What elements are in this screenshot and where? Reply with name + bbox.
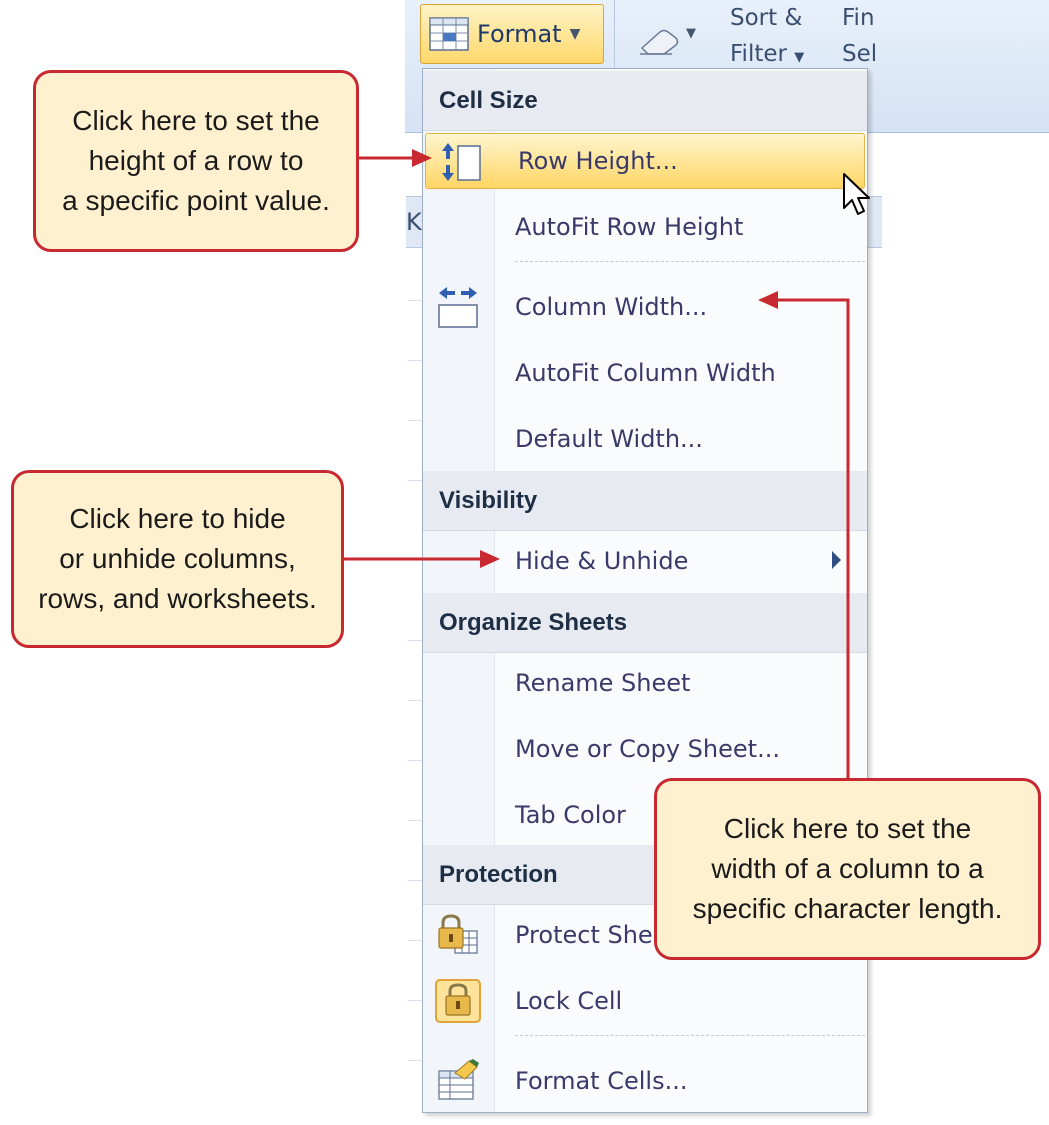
menu-item-label: Protect She [515, 921, 653, 949]
menu-item-autofit-row-height[interactable]: AutoFit Row Height [423, 199, 867, 255]
callout-line: width of a column to a [711, 853, 984, 884]
find-select-button[interactable]: Fin Sel [842, 0, 902, 72]
format-icon [429, 17, 469, 51]
menu-item-hide-unhide[interactable]: Hide & Unhide [423, 533, 867, 589]
menu-item-move-copy-sheet[interactable]: Move or Copy Sheet... [423, 721, 867, 777]
menu-item-label: Lock Cell [515, 987, 623, 1015]
column-width-icon [438, 287, 478, 328]
menu-item-label: Format Cells... [515, 1067, 688, 1095]
callout-line: Click here to set the [723, 813, 972, 844]
sort-filter-button[interactable]: Sort & Filter ▼ [730, 0, 830, 76]
protect-sheet-icon [438, 914, 478, 954]
callout-hide-unhide: Click here to hide or unhide columns, ro… [11, 470, 344, 648]
mouse-cursor-icon [843, 173, 870, 215]
menu-item-label: Row Height... [518, 147, 678, 175]
submenu-arrow-icon [832, 551, 841, 569]
section-organize-sheets: Organize Sheets [423, 593, 867, 653]
callout-line: Click here to hide [69, 503, 286, 534]
ribbon-separator [614, 0, 615, 70]
find-select-label-line2: Sel [842, 41, 878, 67]
callout-line: Click here to set the [72, 105, 320, 136]
callout-line: height of a row to [88, 145, 304, 176]
menu-item-default-width[interactable]: Default Width... [423, 411, 867, 467]
callout-line: a specific point value. [62, 185, 330, 216]
column-header-label: K [406, 208, 422, 236]
row-height-icon [442, 143, 481, 181]
chevron-down-icon: ▼ [569, 26, 581, 42]
chevron-down-icon[interactable]: ▼ [686, 26, 696, 41]
section-visibility: Visibility [423, 471, 867, 531]
menu-item-label: Hide & Unhide [515, 547, 689, 575]
format-button[interactable]: Format ▼ [420, 4, 604, 64]
menu-item-label: Tab Color [515, 801, 626, 829]
menu-item-label: Move or Copy Sheet... [515, 735, 780, 763]
menu-divider [515, 261, 865, 262]
callout-text: Click here to set the width of a column … [693, 809, 1003, 929]
callout-text: Click here to hide or unhide columns, ro… [38, 499, 317, 619]
menu-item-rename-sheet[interactable]: Rename Sheet [423, 655, 867, 711]
format-cells-icon [438, 1059, 479, 1100]
callout-row-height: Click here to set the height of a row to… [33, 70, 359, 252]
sort-filter-label: Filter [730, 41, 787, 67]
chevron-down-icon: ▼ [794, 50, 805, 65]
menu-item-label: Rename Sheet [515, 669, 691, 697]
menu-item-format-cells[interactable]: Format Cells... [423, 1053, 867, 1109]
menu-item-autofit-column-width[interactable]: AutoFit Column Width [423, 345, 867, 401]
screenshot-stage: Format ▼ ▼ Sort & Filter ▼ Fin Sel K Cel… [0, 0, 1049, 1125]
callout-line: specific character length. [692, 893, 1003, 924]
callout-text: Click here to set the height of a row to… [62, 101, 330, 221]
eraser-icon[interactable] [636, 26, 682, 56]
lock-icon [435, 979, 481, 1023]
menu-item-label: AutoFit Column Width [515, 359, 776, 387]
arrow-row-height [358, 149, 432, 167]
menu-item-column-width[interactable]: Column Width... [423, 279, 867, 335]
format-button-label: Format [477, 20, 562, 48]
sort-filter-label-line1: Sort & [730, 5, 803, 31]
callout-column-width: Click here to set the width of a column … [654, 778, 1041, 960]
find-select-label-line1: Fin [842, 5, 875, 31]
menu-divider [515, 1035, 865, 1036]
menu-item-label: Default Width... [515, 425, 703, 453]
callout-line: or unhide columns, [59, 543, 296, 574]
menu-item-label: Column Width... [515, 293, 708, 321]
section-cell-size: Cell Size [423, 71, 867, 131]
menu-item-lock-cell[interactable]: Lock Cell [423, 973, 867, 1029]
menu-item-row-height[interactable]: Row Height... [425, 133, 865, 189]
callout-line: rows, and worksheets. [38, 583, 317, 614]
menu-item-label: AutoFit Row Height [515, 213, 744, 241]
